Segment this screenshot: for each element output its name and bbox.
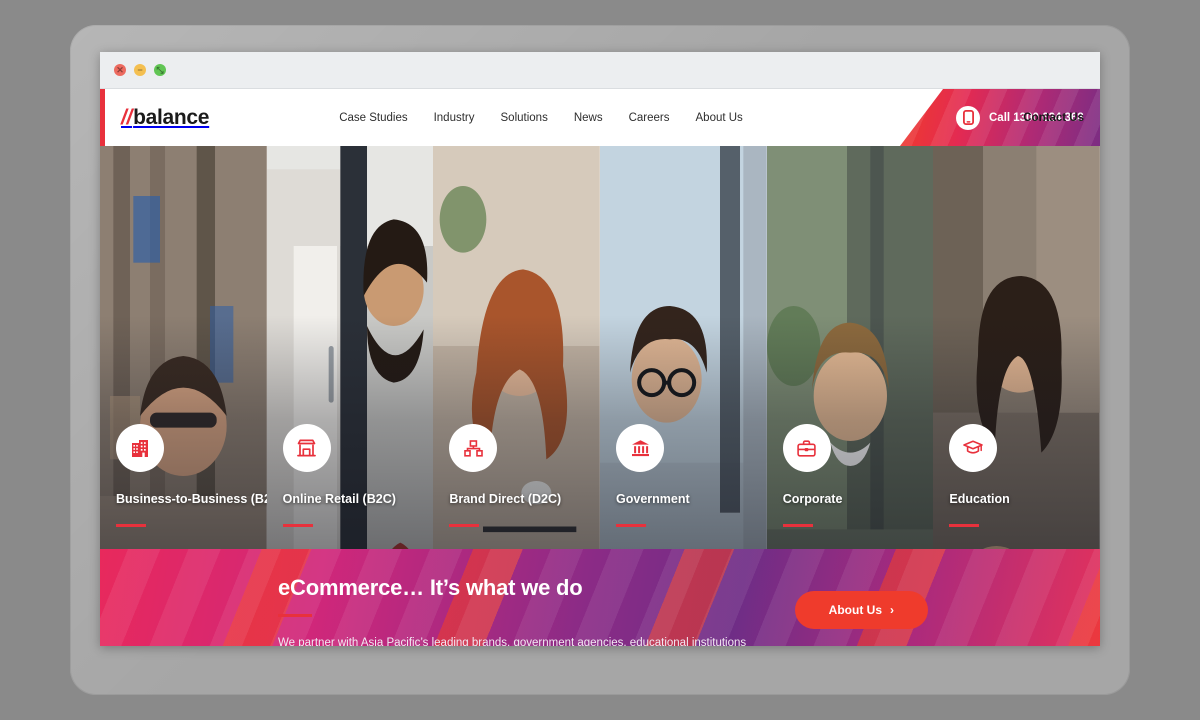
tile-accent-rule: [282, 524, 313, 527]
briefcase-icon: [782, 424, 831, 472]
minimize-button[interactable]: −: [134, 64, 146, 76]
tile-label: Brand Direct (D2C): [449, 492, 562, 506]
maximize-button[interactable]: ⤡: [154, 64, 166, 76]
promo-content: eCommerce… It’s what we do We partner wi…: [100, 549, 1100, 646]
promo-accent-rule: [278, 614, 312, 617]
about-us-button-label: About Us: [828, 603, 882, 617]
tile-body: Education: [933, 424, 1100, 549]
site-logo[interactable]: // balance: [121, 106, 209, 130]
office-building-icon: [116, 424, 164, 472]
mobile-phone-icon: [956, 105, 980, 130]
about-us-button[interactable]: About Us ›: [794, 591, 928, 629]
promo-banner: eCommerce… It’s what we do We partner wi…: [100, 549, 1100, 646]
tile-education[interactable]: Education: [933, 146, 1100, 549]
tile-accent-rule: [116, 524, 146, 527]
promo-heading: eCommerce… It’s what we do: [278, 575, 583, 600]
nav-item-careers[interactable]: Careers: [629, 112, 670, 124]
tile-accent-rule: [782, 524, 813, 527]
tile-body: Online Retail (B2C): [267, 424, 434, 549]
tile-label: Corporate: [782, 492, 843, 506]
screenshot-stage: ✕ − ⤡ // balance Case Studies Industry S…: [0, 0, 1200, 720]
tile-label: Education: [949, 492, 1010, 506]
nav-item-news[interactable]: News: [574, 112, 603, 124]
bank-institution-icon: [616, 424, 665, 472]
site-header: // balance Case Studies Industry Solutio…: [100, 89, 1100, 146]
tile-corporate[interactable]: Corporate: [766, 146, 934, 549]
contact-us-link[interactable]: Contact Us: [1023, 112, 1100, 124]
header-accent-bar: [100, 89, 105, 146]
tile-government[interactable]: Government: [600, 146, 767, 549]
tile-brand-direct[interactable]: Brand Direct (D2C): [433, 146, 601, 549]
category-tiles: Business-to-Business (B2B): [100, 146, 1100, 549]
storefront-icon: [282, 424, 331, 472]
nav-item-solutions[interactable]: Solutions: [501, 112, 548, 124]
promo-body-text: We partner with Asia Pacific’s leading b…: [278, 637, 747, 646]
browser-window: ✕ − ⤡ // balance Case Studies Industry S…: [100, 52, 1100, 646]
browser-titlebar: ✕ − ⤡: [100, 52, 1100, 89]
nav-item-industry[interactable]: Industry: [434, 112, 475, 124]
graduation-cap-icon: [949, 424, 998, 472]
close-button[interactable]: ✕: [114, 64, 126, 76]
tile-label: Business-to-Business (B2B): [116, 492, 267, 506]
tile-body: Business-to-Business (B2B): [100, 424, 267, 549]
tile-business-to-business[interactable]: Business-to-Business (B2B): [100, 146, 267, 549]
logo-slash-mark: //: [121, 105, 133, 129]
window-controls: ✕ − ⤡: [114, 64, 166, 76]
tile-body: Brand Direct (D2C): [433, 424, 600, 549]
tile-label: Government: [616, 492, 690, 506]
tile-label: Online Retail (B2C): [282, 492, 396, 506]
logo-wordmark: balance: [133, 105, 210, 129]
tile-body: Corporate: [767, 424, 934, 549]
main-navigation: Case Studies Industry Solutions News Car…: [339, 112, 743, 124]
tile-accent-rule: [449, 524, 480, 527]
nav-item-case-studies[interactable]: Case Studies: [339, 112, 407, 124]
chevron-right-icon: ›: [890, 603, 894, 617]
tile-body: Government: [600, 424, 767, 549]
sitemap-network-icon: [449, 424, 498, 472]
nav-item-about-us[interactable]: About Us: [696, 112, 743, 124]
tile-online-retail[interactable]: Online Retail (B2C): [266, 146, 434, 549]
tile-accent-rule: [616, 524, 647, 527]
tile-accent-rule: [949, 524, 980, 527]
